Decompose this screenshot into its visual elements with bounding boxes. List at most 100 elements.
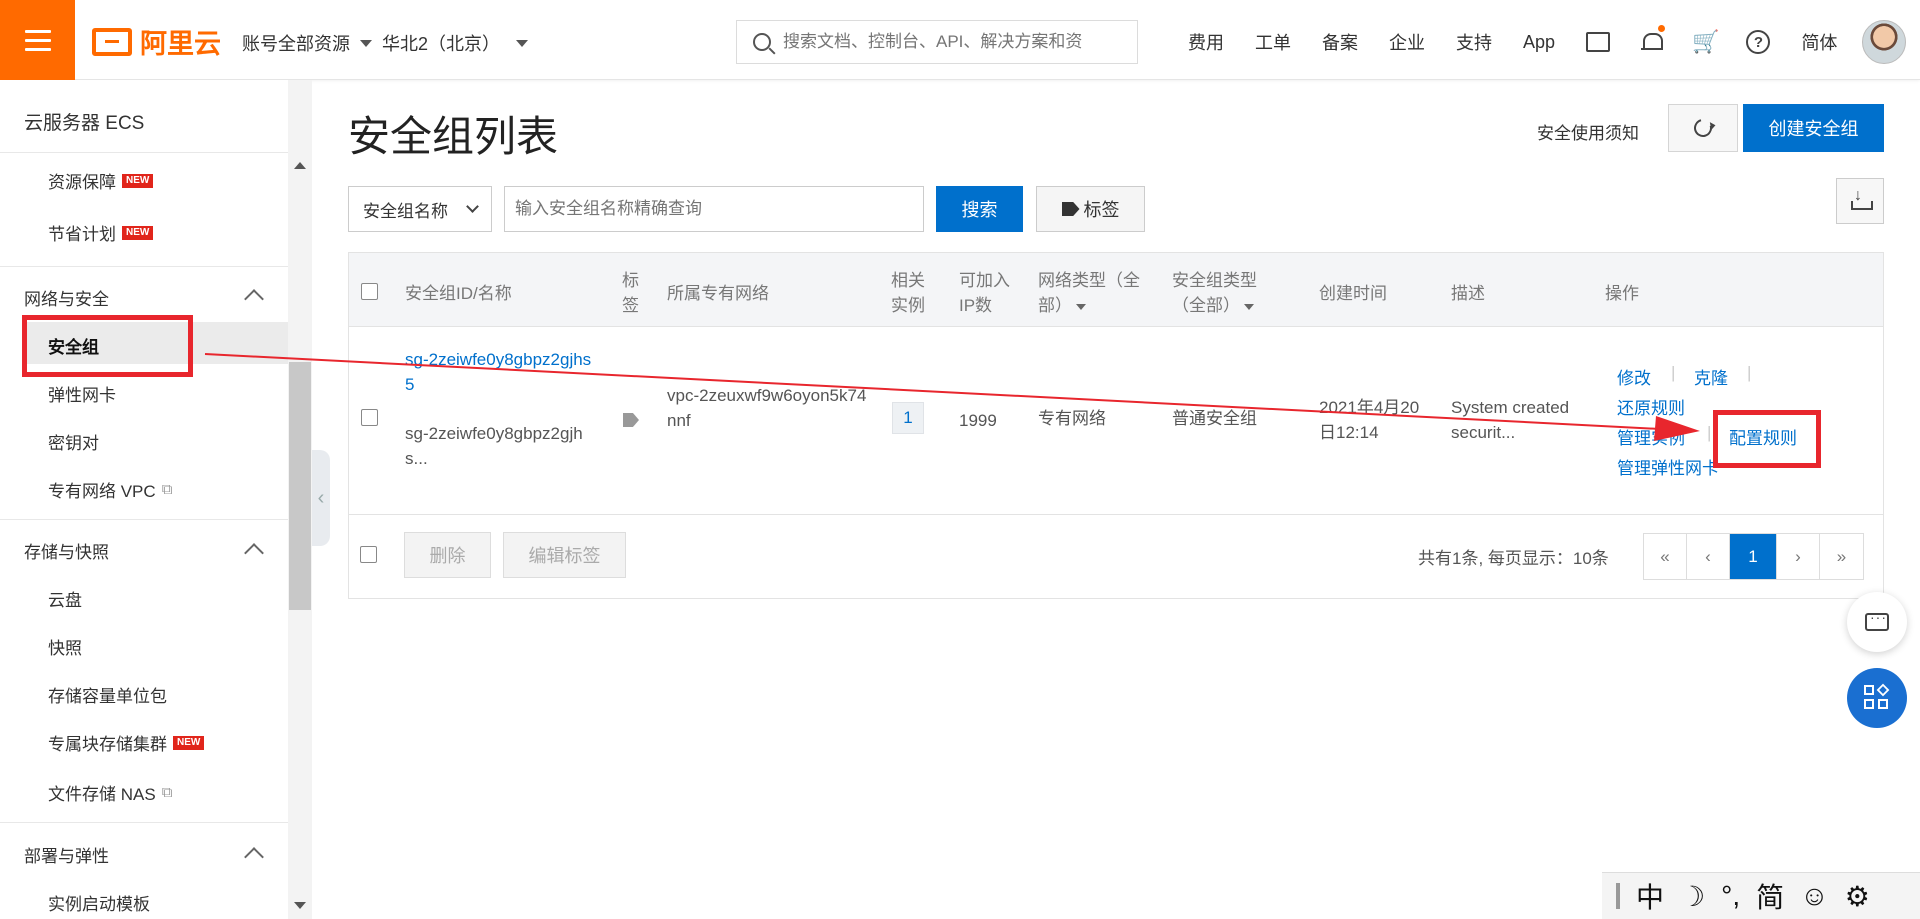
region-label[interactable]: 华北2（北京） [382, 30, 500, 56]
chevron-up-icon[interactable] [244, 543, 264, 563]
pager-info: 共有1条, 每页显示：10条 [1418, 549, 1609, 568]
sidebar-item-storage-capacity-unit[interactable]: 存储容量单位包 [48, 682, 167, 707]
top-nav: 费用 工单 备案 企业 支持 App 🛒 ? 简体 [1188, 25, 1868, 55]
sidebar-scroll-thumb[interactable] [289, 362, 311, 610]
terminal-icon[interactable] [1586, 32, 1611, 52]
modify-link[interactable]: 修改 [1617, 364, 1651, 389]
footer-select-all-checkbox[interactable] [360, 546, 377, 563]
security-notice-link[interactable]: 安全使用须知 [1537, 119, 1639, 144]
nav-fees[interactable]: 费用 [1188, 29, 1224, 55]
aliyun-logo-icon [92, 27, 132, 56]
sidebar-group-deploy-elastic[interactable]: 部署与弹性 [24, 842, 109, 867]
sidebar-item-label: 资源保障 [48, 173, 116, 192]
sidebar-item-dedicated-block-storage[interactable]: 专属块存储集群 NEW [48, 730, 205, 755]
chat-button[interactable] [1847, 592, 1907, 652]
logo-text: 阿里云 [140, 29, 221, 59]
resource-region-selector[interactable]: 账号全部资源 华北2（北京） [242, 30, 529, 56]
delete-button[interactable]: 删除 [404, 532, 491, 578]
col-network-type-filter[interactable]: 网络类型（全部） [1038, 268, 1156, 318]
sidebar-item-vpc[interactable]: 专有网络 VPC ⧉ [48, 477, 172, 502]
nav-enterprise[interactable]: 企业 [1389, 29, 1425, 55]
global-search-input[interactable] [783, 32, 1123, 52]
refresh-button[interactable] [1668, 104, 1738, 152]
col-desc: 描述 [1451, 284, 1485, 303]
tag-filter-button[interactable]: 标签 [1036, 186, 1145, 232]
sidebar-item-savings-plan[interactable]: 节省计划 NEW [48, 220, 154, 245]
chevron-down-icon [466, 200, 479, 213]
nav-icp[interactable]: 备案 [1322, 29, 1358, 55]
security-group-name: sg-2zeiwfe0y8gbpz2gjhs... [405, 424, 583, 468]
apps-icon [1864, 683, 1890, 711]
annotation-box-security-group [22, 315, 193, 377]
ime-chinese-mode[interactable]: 中 [1636, 876, 1664, 916]
chevron-up-icon[interactable] [244, 289, 264, 309]
sidebar-item-snapshots[interactable]: 快照 [48, 634, 82, 659]
sidebar-collapse-handle[interactable]: ‹ [312, 450, 330, 546]
create-security-group-button[interactable]: 创建安全组 [1743, 104, 1884, 152]
page-first-button[interactable]: « [1644, 534, 1687, 579]
cart-icon[interactable]: 🛒 [1692, 31, 1719, 53]
search-button[interactable]: 搜索 [936, 186, 1023, 232]
nav-tickets[interactable]: 工单 [1255, 29, 1291, 55]
ime-simplified-mode[interactable]: 简 [1756, 876, 1784, 916]
sidebar-group-network-security[interactable]: 网络与安全 [24, 285, 109, 310]
ime-drag-handle[interactable] [1616, 883, 1620, 909]
new-badge: NEW [122, 225, 154, 240]
edit-tags-button[interactable]: 编辑标签 [503, 532, 626, 578]
external-link-icon: ⧉ [161, 481, 173, 498]
sidebar-item-resource-guarantee[interactable]: 资源保障 NEW [48, 168, 154, 193]
apps-button[interactable] [1847, 668, 1907, 728]
manage-eni-link[interactable]: 管理弹性网卡 [1617, 454, 1719, 479]
restore-rules-link[interactable]: 还原规则 [1617, 394, 1685, 419]
sidebar-item-eni[interactable]: 弹性网卡 [48, 381, 116, 406]
col-sg-type-filter[interactable]: 安全组类型（全部） [1172, 268, 1278, 318]
sidebar-item-key-pairs[interactable]: 密钥对 [48, 429, 99, 454]
chevron-up-icon[interactable] [244, 847, 264, 867]
select-all-checkbox[interactable] [361, 283, 378, 300]
clone-link[interactable]: 克隆 [1694, 364, 1728, 389]
account-scope[interactable]: 账号全部资源 [242, 30, 350, 56]
sidebar-item-nas[interactable]: 文件存储 NAS ⧉ [48, 780, 172, 805]
annotation-box-configure-rules [1713, 410, 1821, 468]
settings-icon[interactable]: ⚙ [1845, 880, 1870, 913]
row-checkbox[interactable] [361, 409, 378, 426]
avatar[interactable] [1862, 20, 1906, 64]
new-badge: NEW [173, 735, 205, 750]
security-group-name-input[interactable] [504, 186, 924, 232]
bell-icon[interactable] [1641, 25, 1666, 53]
nav-support[interactable]: 支持 [1456, 29, 1492, 55]
global-search[interactable] [736, 20, 1138, 64]
nav-app[interactable]: App [1523, 32, 1555, 53]
sidebar-item-label: 节省计划 [48, 225, 116, 244]
sidebar-item-launch-templates[interactable]: 实例启动模板 [48, 890, 150, 915]
sidebar-item-disks[interactable]: 云盘 [48, 586, 82, 611]
page-1-button[interactable]: 1 [1730, 534, 1777, 579]
emoji-icon[interactable]: ☺ [1800, 880, 1829, 912]
refresh-icon [1690, 115, 1716, 141]
help-icon[interactable]: ? [1746, 30, 1771, 54]
related-instances-count[interactable]: 1 [892, 402, 924, 434]
manage-instances-link[interactable]: 管理实例 [1617, 424, 1685, 449]
sidebar-group-storage[interactable]: 存储与快照 [24, 538, 109, 563]
op-separator: | [1707, 423, 1712, 442]
caret-down-icon [1076, 303, 1086, 310]
aliyun-logo[interactable]: 阿里云 [92, 22, 221, 61]
page-prev-button[interactable]: ‹ [1687, 534, 1730, 579]
filter-field-select[interactable]: 安全组名称 [348, 186, 492, 232]
tag-icon[interactable] [623, 413, 639, 427]
scroll-down-arrow-icon[interactable] [294, 902, 306, 909]
new-badge: NEW [122, 173, 154, 188]
scroll-up-arrow-icon[interactable] [294, 162, 306, 169]
menu-icon[interactable] [0, 0, 75, 80]
chat-icon [1865, 609, 1889, 631]
col-network-type: 网络类型（全部） [1038, 271, 1140, 315]
security-group-id-link[interactable]: sg-2zeiwfe0y8gbpz2gjhs5 [405, 347, 595, 397]
ime-toolbar: 中 ☽ °, 简 ☺ ⚙ [1602, 872, 1920, 919]
language-switch[interactable]: 简体 [1801, 29, 1837, 55]
page-next-button[interactable]: › [1777, 534, 1820, 579]
export-button[interactable] [1836, 178, 1884, 224]
punctuation-icon[interactable]: °, [1721, 880, 1740, 912]
moon-icon[interactable]: ☽ [1680, 880, 1705, 913]
page-last-button[interactable]: » [1820, 534, 1863, 579]
col-vpc: 所属专有网络 [667, 284, 769, 303]
